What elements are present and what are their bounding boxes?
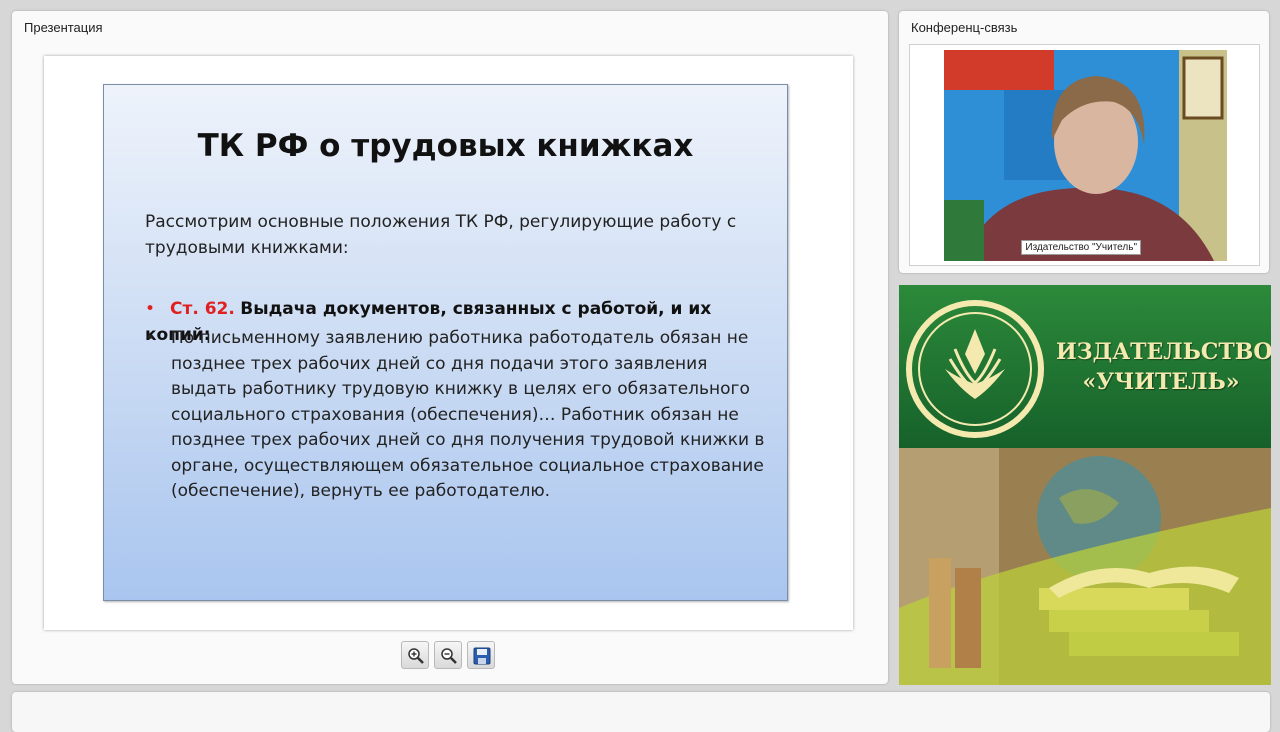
article-number: Ст. 62. [170, 299, 235, 319]
slide: ТК РФ о трудовых книжках Рассмотрим осно… [103, 84, 788, 601]
speaker-video-image [944, 50, 1227, 261]
zoom-in-icon [408, 648, 424, 664]
books-globe-image [899, 448, 1271, 685]
video-caption: Издательство "Учитель" [1021, 240, 1141, 255]
video-feed: Издательство "Учитель" [944, 50, 1227, 261]
conference-panel-title: Конференц-связь [911, 20, 1018, 35]
publisher-logo [906, 300, 1044, 438]
save-button[interactable] [467, 641, 495, 669]
zoom-in-button[interactable] [401, 641, 429, 669]
video-frame: Издательство "Учитель" [909, 44, 1260, 266]
books-globe-illustration [899, 448, 1271, 685]
conference-panel: Конференц-связь Издательство "Учитель" [899, 11, 1269, 273]
slide-title: ТК РФ о трудовых книжках [197, 128, 694, 164]
save-icon [473, 647, 491, 665]
presentation-panel-title: Презентация [24, 20, 103, 35]
bullet-black: • [145, 328, 156, 348]
bullet-red: • [145, 299, 156, 319]
publisher-banner: ИЗДАТЕЛЬСТВО «УЧИТЕЛЬ» [899, 285, 1271, 685]
banner-header: ИЗДАТЕЛЬСТВО «УЧИТЕЛЬ» [899, 285, 1271, 448]
bottom-bar [12, 692, 1270, 732]
zoom-out-icon [441, 648, 457, 664]
publisher-name-line2: «УЧИТЕЛЬ» [1082, 369, 1240, 395]
article-body-text: По письменному заявлению работника работ… [171, 328, 765, 501]
slide-canvas: ТК РФ о трудовых книжках Рассмотрим осно… [44, 56, 853, 630]
publisher-name-line1: ИЗДАТЕЛЬСТВО [1056, 339, 1271, 365]
publisher-name: ИЗДАТЕЛЬСТВО «УЧИТЕЛЬ» [1056, 337, 1271, 397]
presentation-panel: Презентация ТК РФ о трудовых книжках Рас… [12, 11, 888, 684]
zoom-out-button[interactable] [434, 641, 462, 669]
slide-intro-text: Рассмотрим основные положения ТК РФ, рег… [145, 212, 737, 258]
